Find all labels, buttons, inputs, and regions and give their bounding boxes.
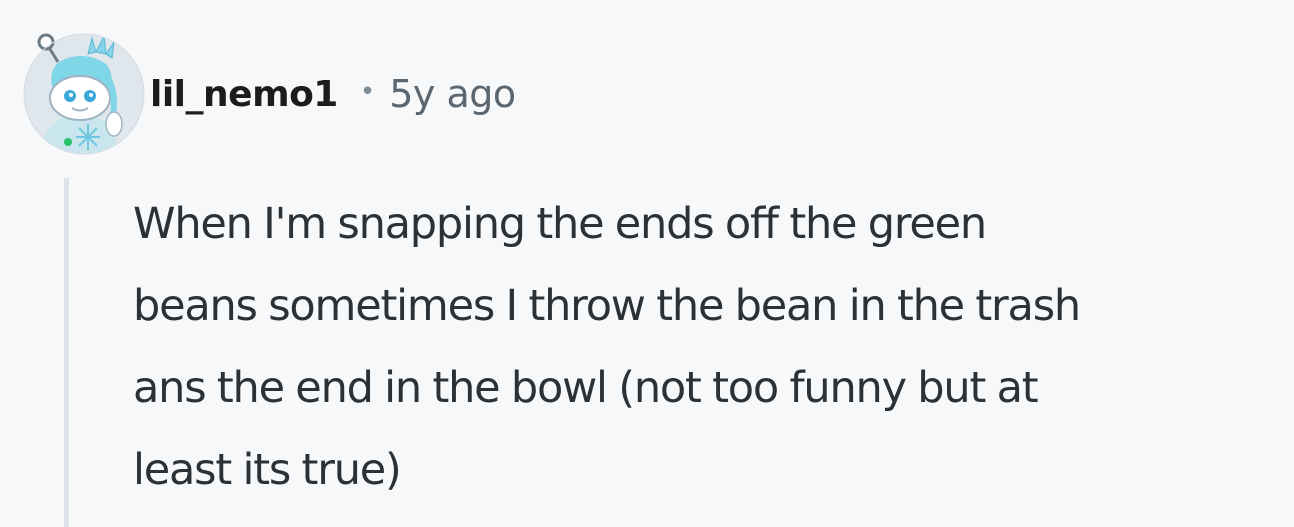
meta-separator: • <box>359 77 376 107</box>
comment: lil_nemo1 • 5y ago When I'm snapping the… <box>0 0 1294 527</box>
comment-body-line: When I'm snapping the ends off the green <box>133 199 987 249</box>
comment-body: When I'm snapping the ends off the green… <box>133 183 1283 511</box>
snoo-avatar-icon <box>23 33 145 155</box>
comment-body-line: ans the end in the bowl (not too funny b… <box>133 363 1039 413</box>
thread-collapse-line[interactable] <box>64 178 69 527</box>
comment-timestamp[interactable]: 5y ago <box>389 72 516 116</box>
user-avatar[interactable] <box>18 24 150 156</box>
comment-body-line: beans sometimes I throw the bean in the … <box>133 281 1081 331</box>
comment-meta: lil_nemo1 • 5y ago <box>150 66 516 122</box>
username-link[interactable]: lil_nemo1 <box>150 74 338 115</box>
comment-body-line: least its true) <box>133 445 402 495</box>
